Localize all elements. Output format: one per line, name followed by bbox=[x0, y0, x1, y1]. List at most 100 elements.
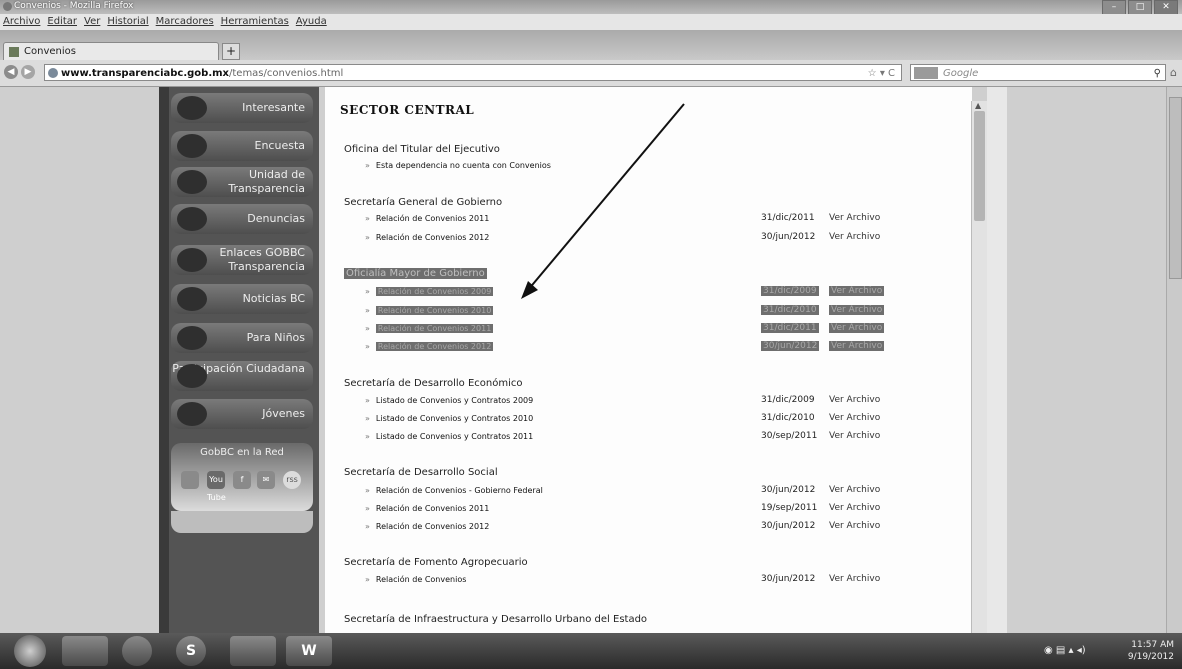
sidebar-item-unidad-transparencia[interactable]: Unidad de Transparencia bbox=[171, 167, 313, 197]
forward-icon[interactable]: ▶ bbox=[21, 65, 35, 79]
item-text: Relación de Convenios 2010 bbox=[375, 306, 494, 315]
taskbar-app-explorer[interactable] bbox=[62, 636, 108, 666]
search-icon[interactable]: ⚲ bbox=[1154, 65, 1161, 82]
page-scroll-thumb[interactable] bbox=[1169, 97, 1182, 279]
maximize-button[interactable]: □ bbox=[1128, 0, 1152, 15]
clock-date: 9/19/2012 bbox=[1127, 652, 1174, 662]
new-tab-button[interactable]: + bbox=[222, 43, 240, 60]
ver-archivo-link[interactable]: Ver Archivo bbox=[829, 213, 880, 223]
menu-marcadores[interactable]: Marcadores bbox=[156, 14, 214, 30]
section-title: Oficialía Mayor de Gobierno bbox=[344, 268, 487, 279]
clock[interactable]: 11:57 AM 9/19/2012 bbox=[1128, 639, 1174, 663]
twitter-icon[interactable] bbox=[181, 471, 199, 489]
page-scrollbar[interactable] bbox=[1166, 87, 1182, 633]
close-button[interactable]: ✕ bbox=[1154, 0, 1178, 15]
url-path: /temas/convenios.html bbox=[229, 68, 344, 79]
section-title: Secretaría General de Gobierno bbox=[344, 197, 503, 208]
sidebar-item-jovenes[interactable]: Jóvenes bbox=[171, 399, 313, 429]
sidebar-item-para-ninos[interactable]: Para Niños bbox=[171, 323, 313, 353]
minimize-button[interactable]: – bbox=[1102, 0, 1126, 15]
facebook-icon[interactable]: f bbox=[233, 471, 251, 489]
item-text: Listado de Convenios y Contratos 2009 bbox=[375, 396, 534, 405]
sidebar-item-noticias-bc[interactable]: Noticias BC bbox=[171, 284, 313, 314]
scroll-up-icon[interactable]: ▲ bbox=[975, 101, 981, 110]
url-host: www.transparenciabc.gob.mx bbox=[61, 68, 229, 79]
bullet: » bbox=[365, 233, 370, 242]
ver-archivo-link[interactable]: Ver Archivo bbox=[829, 323, 885, 333]
item-text: Listado de Convenios y Contratos 2011 bbox=[375, 432, 534, 441]
ver-archivo-link[interactable]: Ver Archivo bbox=[829, 521, 880, 531]
menu-archivo[interactable]: Archivo bbox=[3, 14, 40, 30]
taskbar-app-skype[interactable]: S bbox=[176, 636, 206, 666]
bullet: » bbox=[365, 522, 370, 531]
ver-archivo-link[interactable]: Ver Archivo bbox=[829, 503, 880, 513]
denuncias-icon bbox=[177, 207, 207, 231]
social-title: GobBC en la Red bbox=[200, 447, 284, 458]
list-item: » Relación de Convenios 2009 bbox=[365, 287, 494, 296]
menu-historial[interactable]: Historial bbox=[107, 14, 148, 30]
window-titlebar: Convenios - Mozilla Firefox – □ ✕ bbox=[0, 0, 1182, 15]
noticias-icon bbox=[177, 287, 207, 311]
ver-archivo-link[interactable]: Ver Archivo bbox=[829, 341, 885, 351]
ver-archivo-link[interactable]: Ver Archivo bbox=[829, 485, 880, 495]
back-icon[interactable]: ◀ bbox=[4, 65, 18, 79]
encuesta-icon bbox=[177, 134, 207, 158]
page-favicon-icon bbox=[9, 47, 19, 57]
taskbar-app-folder[interactable] bbox=[230, 636, 276, 666]
ver-archivo-link[interactable]: Ver Archivo bbox=[829, 413, 880, 423]
youtube-icon[interactable]: You Tube bbox=[207, 471, 226, 502]
clock-time: 11:57 AM bbox=[1131, 640, 1174, 650]
content-gutter bbox=[987, 87, 1007, 633]
item-text: Relación de Convenios bbox=[375, 575, 467, 584]
system-tray: ◉ ▤ ▴ ◂) 11:57 AM 9/19/2012 bbox=[1010, 635, 1182, 667]
search-input[interactable]: Google ⚲ bbox=[910, 64, 1166, 81]
ver-archivo-link[interactable]: Ver Archivo bbox=[829, 305, 885, 315]
section-title: Secretaría de Fomento Agropecuario bbox=[344, 557, 528, 568]
section-title: Oficina del Titular del Ejecutivo bbox=[344, 144, 500, 155]
taskbar-app-firefox[interactable] bbox=[122, 636, 152, 666]
rss-icon[interactable]: rss bbox=[283, 471, 301, 489]
ver-archivo-link[interactable]: Ver Archivo bbox=[829, 431, 880, 441]
home-icon[interactable]: ⌂ bbox=[1170, 66, 1177, 79]
para-ninos-icon bbox=[177, 326, 207, 350]
tab-label: Convenios bbox=[24, 46, 76, 57]
item-date: 30/jun/2012 bbox=[761, 232, 816, 242]
bookmark-star-icon[interactable]: ☆ ▾ C bbox=[868, 65, 895, 82]
menu-herramientas[interactable]: Herramientas bbox=[221, 14, 289, 30]
item-date: 31/dic/2011 bbox=[761, 323, 819, 333]
bullet: » bbox=[365, 287, 370, 296]
menu-ayuda[interactable]: Ayuda bbox=[296, 14, 327, 30]
section-title: Secretaría de Infraestructura y Desarrol… bbox=[344, 614, 648, 625]
start-button[interactable] bbox=[14, 635, 46, 667]
sidebar-item-participacion-ciudadana[interactable]: Participación Ciudadana bbox=[171, 361, 313, 391]
url-bar[interactable]: www.transparenciabc.gob.mx/temas/conveni… bbox=[44, 64, 902, 81]
sidebar-item-encuesta[interactable]: Encuesta bbox=[171, 131, 313, 161]
search-engine-icon[interactable] bbox=[914, 67, 938, 79]
ver-archivo-link[interactable]: Ver Archivo bbox=[829, 395, 880, 405]
menu-editar[interactable]: Editar bbox=[47, 14, 77, 30]
taskbar-app-word[interactable]: W bbox=[286, 636, 332, 666]
ver-archivo-link[interactable]: Ver Archivo bbox=[829, 286, 885, 296]
ver-archivo-link[interactable]: Ver Archivo bbox=[829, 232, 880, 242]
sidebar-item-denuncias[interactable]: Denuncias bbox=[171, 204, 313, 234]
content-scrollbar[interactable]: ▲ bbox=[971, 101, 988, 633]
menu-ver[interactable]: Ver bbox=[84, 14, 100, 30]
section-title: Secretaría de Desarrollo Económico bbox=[344, 378, 523, 389]
ver-archivo-link[interactable]: Ver Archivo bbox=[829, 574, 880, 584]
list-item: » Relación de Convenios 2012 bbox=[365, 233, 489, 242]
sidebar-edge bbox=[159, 87, 169, 633]
list-item: » Relación de Convenios 2011 bbox=[365, 324, 494, 333]
search-placeholder: Google bbox=[943, 68, 979, 79]
tray-icons[interactable]: ◉ ▤ ▴ ◂) bbox=[1044, 645, 1086, 656]
mail-icon[interactable]: ✉ bbox=[257, 471, 275, 489]
list-item: » Listado de Convenios y Contratos 2011 bbox=[365, 432, 533, 441]
sidebar-item-interesante[interactable]: Interesante bbox=[171, 93, 313, 123]
tab-convenios[interactable]: Convenios bbox=[3, 42, 219, 60]
bullet: » bbox=[365, 214, 370, 223]
item-date: 31/dic/2010 bbox=[761, 305, 819, 315]
interesante-icon bbox=[177, 96, 207, 120]
list-item: » Relación de Convenios 2011 bbox=[365, 504, 489, 513]
sidebar-item-enlaces-gobbc[interactable]: Enlaces GOBBC Transparencia bbox=[171, 245, 313, 275]
sidebar-footer bbox=[171, 511, 313, 533]
scroll-thumb[interactable] bbox=[974, 111, 985, 221]
